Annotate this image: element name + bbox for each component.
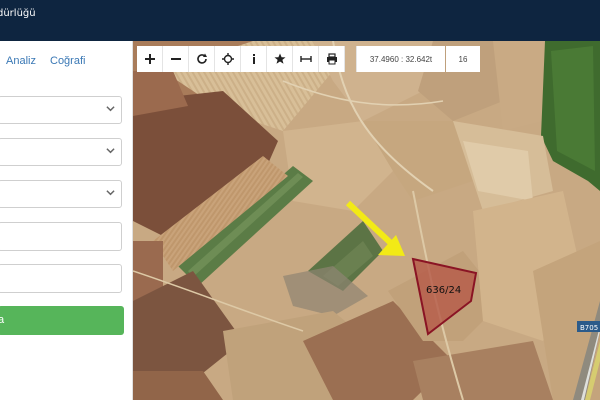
- tab-analiz[interactable]: Analiz: [6, 55, 36, 67]
- refresh-button[interactable]: [189, 46, 215, 72]
- chevron-down-icon: [106, 188, 115, 197]
- coordinate-text: 37.4960 : 32.642t: [369, 54, 433, 64]
- chevron-down-icon: [106, 146, 115, 155]
- coordinate-display: 37.4960 : 32.642t: [356, 46, 445, 72]
- chevron-down-icon: [106, 104, 115, 113]
- measure-icon: [299, 56, 312, 62]
- select-field-3[interactable]: [0, 180, 122, 208]
- query-button-label: a: [0, 314, 5, 326]
- zoom-level-text: 16: [458, 54, 468, 64]
- zoom-level-display: 16: [446, 46, 480, 72]
- minus-icon: [170, 58, 181, 60]
- select-field-2[interactable]: [0, 138, 122, 166]
- road-label: B705: [580, 324, 598, 332]
- locate-button[interactable]: [215, 46, 241, 72]
- plus-icon: [144, 54, 155, 64]
- text-input-1[interactable]: [0, 222, 122, 251]
- parcel-label: 636/24: [426, 285, 461, 296]
- text-input-2[interactable]: [0, 264, 122, 293]
- tab-cografi[interactable]: Coğrafi: [50, 55, 85, 67]
- print-button[interactable]: [319, 46, 345, 72]
- zoom-in-button[interactable]: [137, 46, 163, 72]
- top-header-bar: dürlüğü: [0, 0, 600, 41]
- crosshair-icon: [221, 53, 234, 65]
- map-view[interactable]: 636/24 B705: [133, 41, 600, 400]
- info-button[interactable]: [241, 46, 267, 72]
- star-icon: [274, 53, 285, 64]
- favorite-button[interactable]: [267, 46, 293, 72]
- refresh-icon: [196, 53, 207, 64]
- printer-icon: [326, 53, 337, 65]
- zoom-out-button[interactable]: [163, 46, 189, 72]
- select-field-1[interactable]: [0, 96, 122, 124]
- app-title: dürlüğü: [0, 8, 36, 19]
- sidebar-panel: Analiz Coğrafi a: [0, 41, 133, 400]
- query-button[interactable]: a: [0, 306, 124, 335]
- measure-button[interactable]: [293, 46, 319, 72]
- map-toolbar: [137, 46, 345, 72]
- info-icon: [252, 54, 255, 64]
